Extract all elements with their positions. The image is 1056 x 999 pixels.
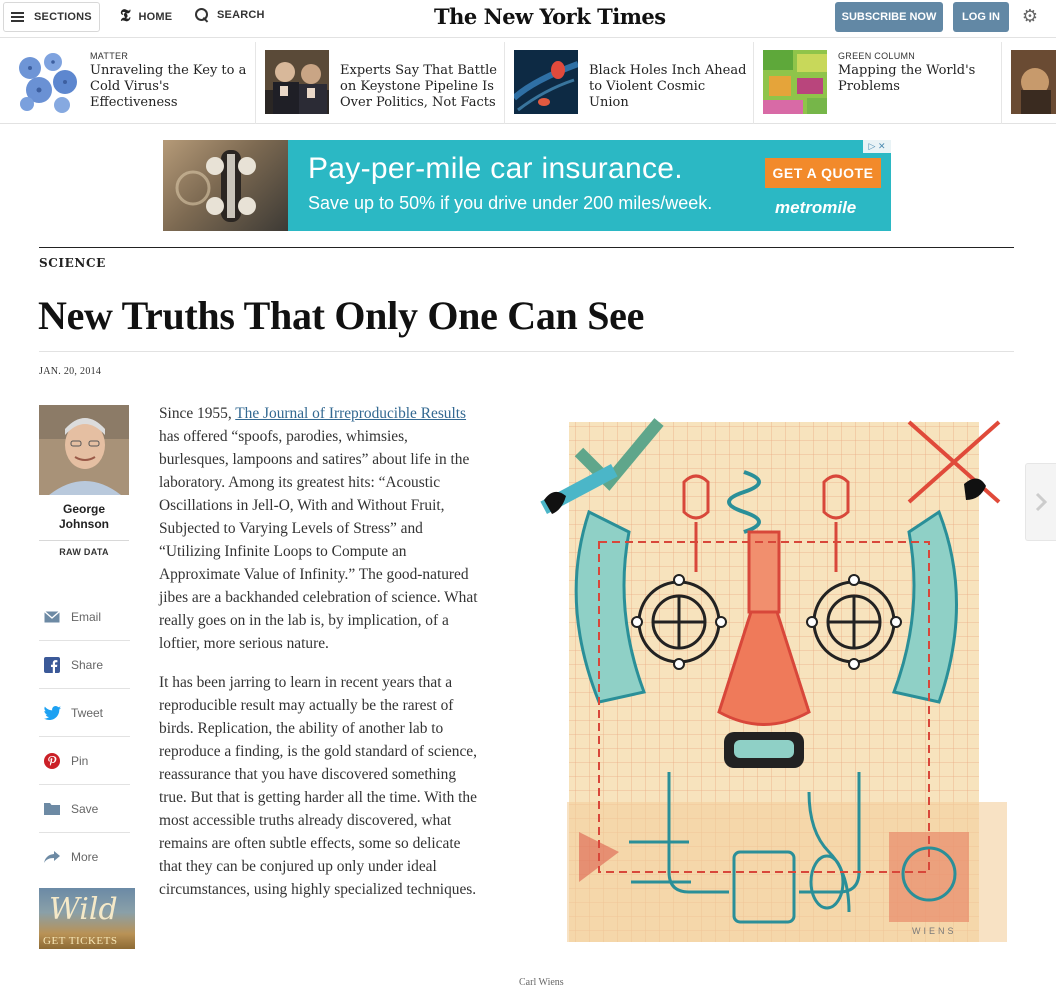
share-facebook-button[interactable]: Share	[39, 641, 130, 689]
ribbon-story[interactable]	[1002, 42, 1056, 124]
journal-link[interactable]: The Journal of Irreproducible Results	[235, 405, 466, 422]
article-date: JAN. 20, 2014	[39, 366, 102, 377]
share-pinterest-button[interactable]: Pin	[39, 737, 130, 785]
save-button[interactable]: Save	[39, 785, 130, 833]
ribbon-title: Mapping the World's Problems	[838, 63, 976, 94]
paragraph: Since 1955, The Journal of Irreproducibl…	[159, 402, 479, 655]
ribbon-title: Black Holes Inch Ahead to Violent Cosmic…	[589, 63, 747, 110]
next-article-button[interactable]	[1025, 463, 1056, 541]
share-label: Pin	[71, 753, 89, 768]
adchoices-icon[interactable]: ▷ ✕	[863, 140, 891, 153]
header-divider	[39, 351, 1014, 352]
share-email-button[interactable]: Email	[39, 593, 130, 641]
login-button[interactable]: LOG IN	[953, 2, 1009, 32]
ribbon-story[interactable]: Experts Say That Battle on Keystone Pipe…	[256, 42, 505, 124]
ribbon-title: Experts Say That Battle on Keystone Pipe…	[340, 63, 497, 110]
share-twitter-button[interactable]: Tweet	[39, 689, 130, 737]
arrow-icon	[43, 848, 61, 866]
article-illustration[interactable]: WIENS	[519, 412, 1014, 960]
nyt-t-logo-icon: 𝕿	[120, 6, 131, 26]
ribbon-story[interactable]: GREEN COLUMN Mapping the World's Problem…	[754, 42, 1002, 124]
ad-brand-logo: metromile	[775, 198, 857, 217]
paragraph-text: Since 1955,	[159, 405, 236, 422]
folder-icon	[43, 800, 61, 818]
ad-subline: Save up to 50% if you drive under 200 mi…	[308, 193, 713, 213]
ribbon-thumbnail	[265, 50, 329, 114]
share-label: Email	[71, 609, 102, 624]
story-ribbon: MATTER Unraveling the Key to a Cold Viru…	[0, 42, 1056, 124]
column-name[interactable]: RAW DATA	[39, 547, 129, 557]
ribbon-thumbnail	[763, 50, 827, 114]
ribbon-kicker: GREEN COLUMN	[838, 51, 916, 61]
ribbon-kicker: MATTER	[90, 51, 129, 61]
masthead: SECTIONS 𝕿 HOME SEARCH The New York Time…	[0, 0, 1056, 38]
article-headline: New Truths That Only One Can See	[38, 293, 645, 338]
author-name[interactable]: George Johnson	[39, 502, 129, 532]
gear-icon[interactable]: ⚙	[1021, 7, 1039, 25]
nyt-logo[interactable]: The New York Times	[434, 4, 666, 29]
header-rule	[39, 247, 1014, 248]
more-share-button[interactable]: More	[39, 833, 130, 881]
subscribe-button[interactable]: SUBSCRIBE NOW	[835, 2, 943, 32]
wild-movie-ad[interactable]: Wild GET TICKETS	[39, 888, 135, 949]
get-tickets-link[interactable]: GET TICKETS	[43, 935, 117, 947]
ribbon-thumbnail	[514, 50, 578, 114]
hamburger-icon	[11, 12, 24, 22]
search-label: SEARCH	[217, 9, 265, 21]
author-photo[interactable]	[39, 405, 129, 495]
ad-skateboard-image	[163, 140, 288, 231]
ribbon-thumbnail	[1011, 50, 1056, 114]
paragraph-text: has offered “spoofs, parodies, whimsies,…	[159, 428, 478, 652]
ad-get-quote-button[interactable]: GET A QUOTE	[765, 158, 881, 188]
illustration-signature: WIENS	[912, 926, 957, 936]
home-label: HOME	[138, 10, 173, 23]
author-divider	[39, 540, 129, 541]
search-button[interactable]: SEARCH	[195, 8, 265, 22]
pinterest-icon	[43, 752, 61, 770]
illustration-credit: Carl Wiens	[519, 977, 564, 988]
banner-ad[interactable]: Pay-per-mile car insurance. Save up to 5…	[163, 140, 891, 231]
ribbon-story[interactable]: MATTER Unraveling the Key to a Cold Viru…	[6, 42, 256, 124]
share-label: Save	[71, 801, 99, 816]
facebook-icon	[43, 656, 61, 674]
article-body: Since 1955, The Journal of Irreproducibl…	[159, 402, 479, 917]
chevron-right-icon	[1035, 492, 1047, 512]
sections-label: SECTIONS	[34, 11, 92, 23]
share-label: More	[71, 850, 99, 864]
ribbon-story[interactable]: Black Holes Inch Ahead to Violent Cosmic…	[505, 42, 754, 124]
share-label: Tweet	[71, 705, 104, 720]
section-kicker[interactable]: SCIENCE	[39, 256, 106, 270]
search-icon	[195, 8, 209, 22]
home-link[interactable]: 𝕿 HOME	[120, 8, 172, 25]
wild-ad-title: Wild	[49, 892, 118, 927]
email-icon	[43, 608, 61, 626]
ad-headline: Pay-per-mile car insurance.	[308, 152, 683, 185]
ribbon-title: Unraveling the Key to a Cold Virus's Eff…	[90, 63, 247, 110]
share-label: Share	[71, 657, 104, 672]
paragraph: It has been jarring to learn in recent y…	[159, 674, 477, 898]
sections-button[interactable]: SECTIONS	[3, 2, 100, 32]
ribbon-thumbnail	[15, 50, 79, 114]
twitter-icon	[43, 704, 61, 722]
